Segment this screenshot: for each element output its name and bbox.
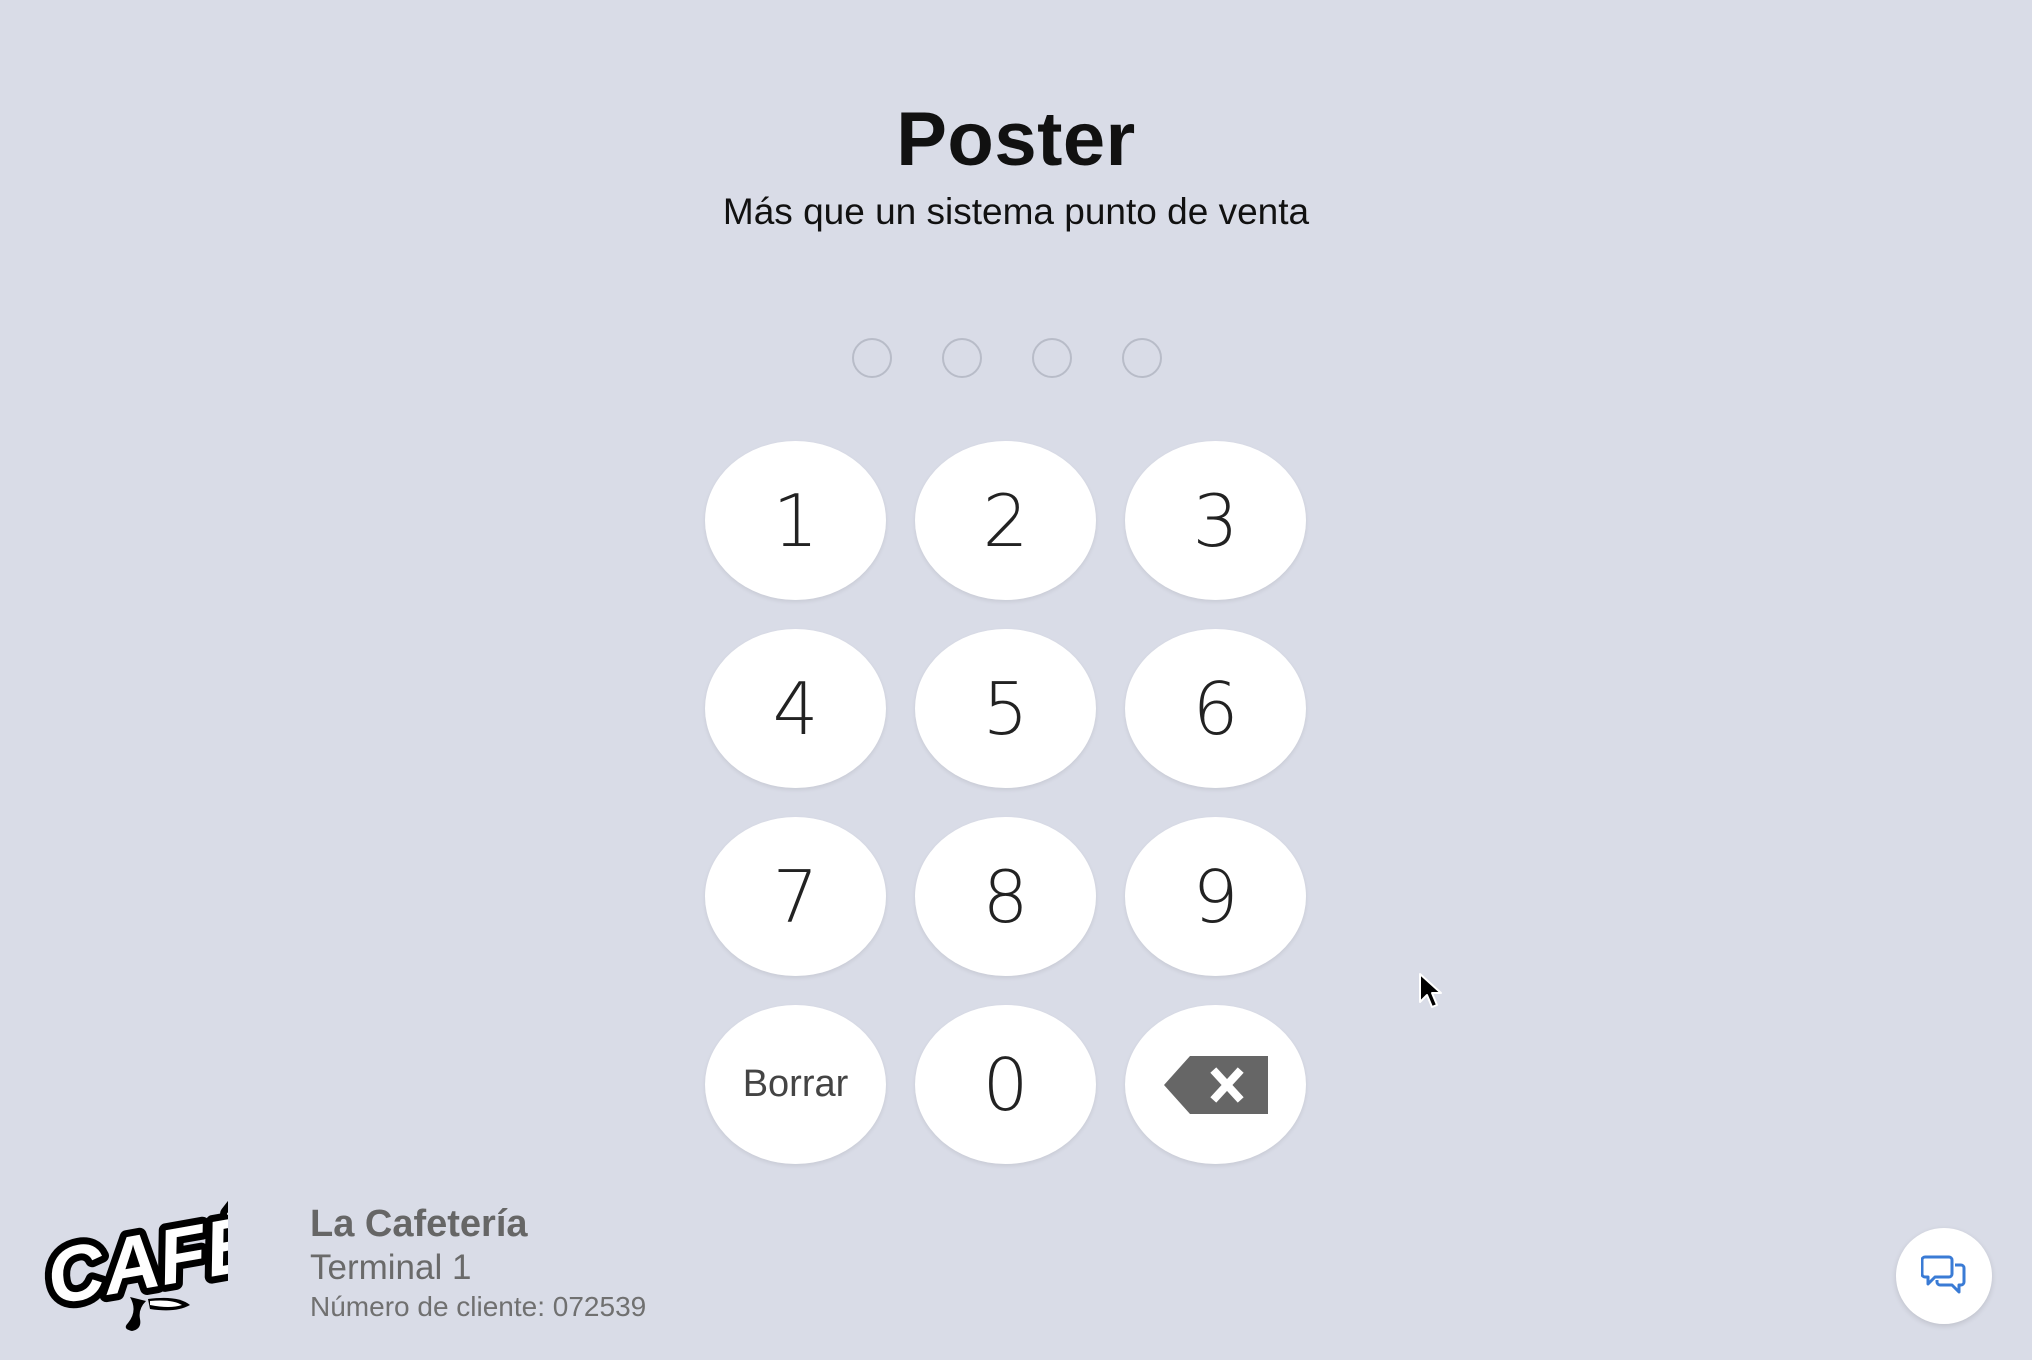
header: Poster Más que un sistema punto de venta [0,92,2032,236]
cafe-logo: CAFÉ CAFÉ [38,1191,228,1331]
backspace-button[interactable] [1125,1005,1306,1164]
business-info: La Cafetería Terminal 1 Número de client… [310,1201,646,1325]
terminal-name: Terminal 1 [310,1248,472,1287]
backspace-icon [1163,1055,1268,1114]
clear-button[interactable]: Borrar [705,1005,886,1164]
chat-bubbles-icon [1920,1253,1967,1300]
pin-keypad: 1 2 3 4 5 6 7 8 9 Borrar 0 [705,441,1306,1164]
pin-indicator [852,338,1162,378]
key-5[interactable]: 5 [915,629,1096,788]
mouse-cursor-icon [1419,973,1442,1008]
key-2[interactable]: 2 [915,441,1096,600]
pin-dot [942,338,982,378]
key-0[interactable]: 0 [915,1005,1096,1164]
pin-dot [1122,338,1162,378]
app-subtitle: Más que un sistema punto de venta [722,191,1310,232]
support-chat-button[interactable] [1896,1228,1992,1324]
key-9[interactable]: 9 [1125,817,1306,976]
pin-dot [852,338,892,378]
key-1[interactable]: 1 [705,441,886,600]
key-3[interactable]: 3 [1125,441,1306,600]
key-6[interactable]: 6 [1125,629,1306,788]
key-4[interactable]: 4 [705,629,886,788]
pin-dot [1032,338,1072,378]
app-title: Poster [896,97,1136,182]
key-7[interactable]: 7 [705,817,886,976]
business-name: La Cafetería [310,1203,528,1245]
client-number: Número de cliente: 072539 [310,1291,647,1322]
key-8[interactable]: 8 [915,817,1096,976]
business-brand: CAFÉ CAFÉ La Cafetería Terminal 1 Número… [38,1185,646,1335]
